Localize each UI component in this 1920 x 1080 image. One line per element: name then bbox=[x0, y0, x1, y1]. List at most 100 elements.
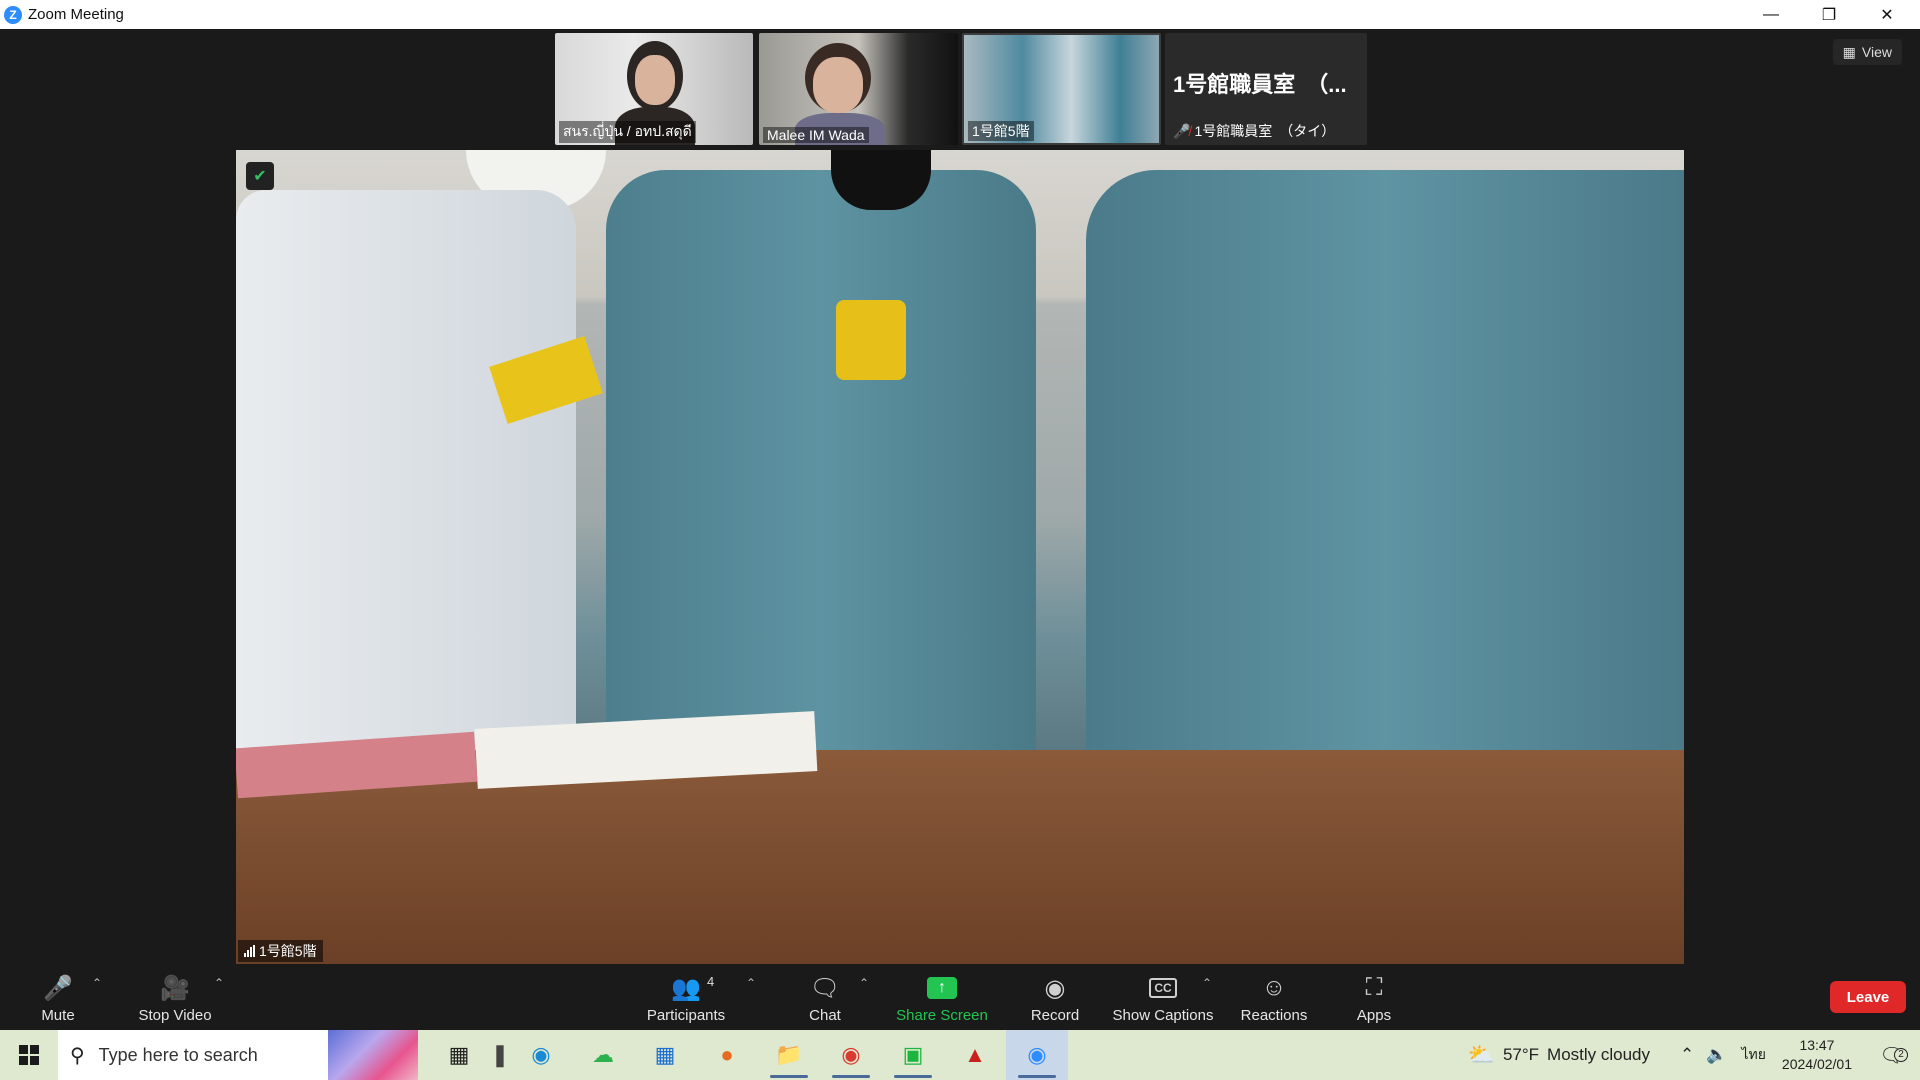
video-options-chevron-icon[interactable]: ⌃ bbox=[214, 976, 224, 990]
minimize-button[interactable]: — bbox=[1742, 0, 1800, 29]
participant-face bbox=[813, 57, 863, 113]
participant-face bbox=[635, 55, 675, 105]
mute-label: Mute bbox=[41, 1007, 75, 1024]
closed-captions-icon: CC bbox=[1149, 973, 1177, 1003]
signal-strength-icon bbox=[244, 945, 255, 957]
participant-thumbnail[interactable]: สนร.ญี่ปุ่น / อทป.สดุดี bbox=[555, 33, 753, 145]
view-button[interactable]: ▦ View bbox=[1832, 39, 1902, 65]
stop-video-button[interactable]: 🎥 Stop Video bbox=[130, 964, 220, 1030]
chat-options-chevron-icon[interactable]: ⌃ bbox=[859, 976, 869, 990]
title-bar: Z Zoom Meeting — ❐ ✕ bbox=[0, 0, 1920, 29]
participant-name: สนร.ญี่ปุ่น / อทป.สดุดี bbox=[559, 121, 696, 143]
close-button[interactable]: ✕ bbox=[1858, 0, 1916, 29]
file-explorer-icon[interactable]: 📁 bbox=[758, 1030, 820, 1080]
shield-check-icon[interactable]: ✔ bbox=[246, 162, 274, 190]
participant-name: 1号館職員室 （タイ） bbox=[1194, 123, 1336, 139]
zoom-icon[interactable]: ◉ bbox=[1006, 1030, 1068, 1080]
search-placeholder: Type here to search bbox=[98, 1044, 258, 1065]
participants-count: 4 bbox=[707, 974, 715, 989]
apps-label: Apps bbox=[1356, 1007, 1392, 1024]
participant-name: 1号館5階 bbox=[968, 121, 1034, 141]
microsoft-store-icon[interactable]: ▦ bbox=[634, 1030, 696, 1080]
taskbar-search-box[interactable]: ⚲ Type here to search bbox=[58, 1030, 418, 1080]
volume-icon[interactable]: 🔈 bbox=[1706, 1045, 1727, 1065]
chrome-icon[interactable]: ◉ bbox=[820, 1030, 882, 1080]
wechat-icon[interactable]: ☁ bbox=[572, 1030, 634, 1080]
participants-options-chevron-icon[interactable]: ⌃ bbox=[746, 976, 756, 990]
show-captions-label: Show Captions bbox=[1112, 1007, 1214, 1024]
share-arrow-icon: ↑ bbox=[927, 973, 957, 1003]
participants-button[interactable]: 👥 Participants bbox=[640, 964, 732, 1030]
mute-button[interactable]: 🎤 Mute bbox=[30, 964, 86, 1030]
person-teal-uniform bbox=[606, 170, 1036, 770]
search-highlight-image bbox=[328, 1030, 418, 1080]
main-video-name: 1号館5階 bbox=[259, 943, 317, 959]
share-screen-label: Share Screen bbox=[896, 1007, 988, 1024]
restore-button[interactable]: ❐ bbox=[1800, 0, 1858, 29]
system-tray: ⛅ 57°F Mostly cloudy ⌃ 🔈 ไทย 13:47 2024/… bbox=[1468, 1030, 1920, 1080]
clock[interactable]: 13:47 2024/02/01 bbox=[1782, 1036, 1852, 1074]
yellow-armband bbox=[836, 300, 906, 380]
share-screen-button[interactable]: ↑ Share Screen bbox=[890, 964, 994, 1030]
clock-time: 13:47 bbox=[1799, 1037, 1835, 1053]
weather-text: Mostly cloudy bbox=[1547, 1045, 1651, 1064]
reactions-button[interactable]: ☺ Reactions bbox=[1236, 964, 1312, 1030]
line-app-icon[interactable]: ▣ bbox=[882, 1030, 944, 1080]
input-language[interactable]: ไทย bbox=[1741, 1044, 1765, 1066]
view-button-label: View bbox=[1861, 44, 1892, 60]
apps-icon: ⛶ bbox=[1365, 974, 1383, 1001]
grid-icon: ▦ bbox=[1842, 43, 1856, 60]
show-captions-button[interactable]: CC Show Captions bbox=[1108, 964, 1218, 1030]
video-camera-icon: 🎥 bbox=[160, 974, 190, 1002]
cloud-sun-icon: ⛅ bbox=[1467, 1042, 1495, 1067]
search-icon: ⚲ bbox=[70, 1044, 85, 1067]
captions-options-chevron-icon[interactable]: ⌃ bbox=[1202, 976, 1212, 990]
task-view-icon[interactable]: ▦ bbox=[428, 1030, 490, 1080]
record-button[interactable]: ◉ Record bbox=[1024, 964, 1086, 1030]
participant-name: Malee IM Wada bbox=[763, 127, 869, 143]
record-icon: ◉ bbox=[1044, 974, 1066, 1002]
meeting-area: สนร.ญี่ปุ่น / อทป.สดุดี Malee IM Wada 1号… bbox=[0, 29, 1920, 964]
weather-widget[interactable]: ⛅ 57°F Mostly cloudy bbox=[1468, 1042, 1650, 1068]
participant-display-name: 1号館職員室 （... bbox=[1173, 72, 1347, 97]
show-hidden-icons-chevron-icon[interactable]: ⌃ bbox=[1680, 1045, 1694, 1065]
zoom-app-icon: Z bbox=[4, 5, 22, 24]
participant-name-row: 🎤̸ 1号館職員室 （タイ） bbox=[1173, 121, 1335, 141]
person-white-uniform bbox=[236, 190, 576, 770]
weather-temp: 57°F bbox=[1502, 1045, 1540, 1064]
participant-thumbnail-active[interactable]: 1号館5階 bbox=[962, 33, 1161, 145]
face-mask bbox=[831, 150, 931, 210]
edge-browser-icon[interactable]: ◉ bbox=[510, 1030, 572, 1080]
main-video-label: 1号館5階 bbox=[238, 940, 323, 962]
window-title: Zoom Meeting bbox=[28, 6, 124, 23]
separator-icon: ❚ bbox=[490, 1042, 510, 1067]
acrobat-icon[interactable]: ▲ bbox=[944, 1030, 1006, 1080]
notification-center-button[interactable]: 🗨 2 bbox=[1872, 1043, 1912, 1068]
participants-icon: 👥 bbox=[671, 974, 701, 1002]
participants-label: Participants bbox=[646, 1007, 726, 1024]
taskbar-apps: ▦ ❚ ◉ ☁ ▦ ● 📁 ◉ ▣ ▲ ◉ bbox=[428, 1030, 1068, 1080]
stop-video-label: Stop Video bbox=[138, 1007, 212, 1024]
audio-options-chevron-icon[interactable]: ⌃ bbox=[92, 976, 102, 990]
firefox-icon[interactable]: ● bbox=[696, 1030, 758, 1080]
mic-muted-icon: 🎤̸ bbox=[1173, 122, 1191, 139]
clock-date: 2024/02/01 bbox=[1781, 1056, 1852, 1072]
meeting-toolbar: 🎤 Mute ⌃ 🎥 Stop Video ⌃ 👥 Participants 4… bbox=[0, 964, 1920, 1030]
chat-bubble-icon: 🗨 bbox=[809, 974, 841, 1002]
chat-button[interactable]: 🗨 Chat bbox=[800, 964, 850, 1030]
participant-thumbnail-no-video[interactable]: 1号館職員室 （... 🎤̸ 1号館職員室 （タイ） bbox=[1165, 33, 1367, 145]
windows-logo-icon bbox=[19, 1045, 39, 1065]
microphone-icon: 🎤 bbox=[43, 974, 73, 1002]
apps-button[interactable]: ⛶ Apps bbox=[1352, 964, 1396, 1030]
participant-thumbnail[interactable]: Malee IM Wada bbox=[759, 33, 958, 145]
windows-taskbar: ⚲ Type here to search ▦ ❚ ◉ ☁ ▦ ● 📁 ◉ ▣ … bbox=[0, 1030, 1920, 1080]
leave-button[interactable]: Leave bbox=[1830, 981, 1906, 1013]
smiley-icon: ☺ bbox=[1261, 974, 1287, 1001]
main-video[interactable]: ✔ 1号館5階 bbox=[236, 150, 1684, 964]
start-button[interactable] bbox=[0, 1030, 58, 1080]
record-label: Record bbox=[1030, 1007, 1080, 1024]
person-teal-uniform bbox=[1086, 170, 1684, 770]
chat-label: Chat bbox=[809, 1007, 841, 1024]
notification-count: 2 bbox=[1894, 1047, 1908, 1062]
reactions-label: Reactions bbox=[1240, 1007, 1308, 1024]
